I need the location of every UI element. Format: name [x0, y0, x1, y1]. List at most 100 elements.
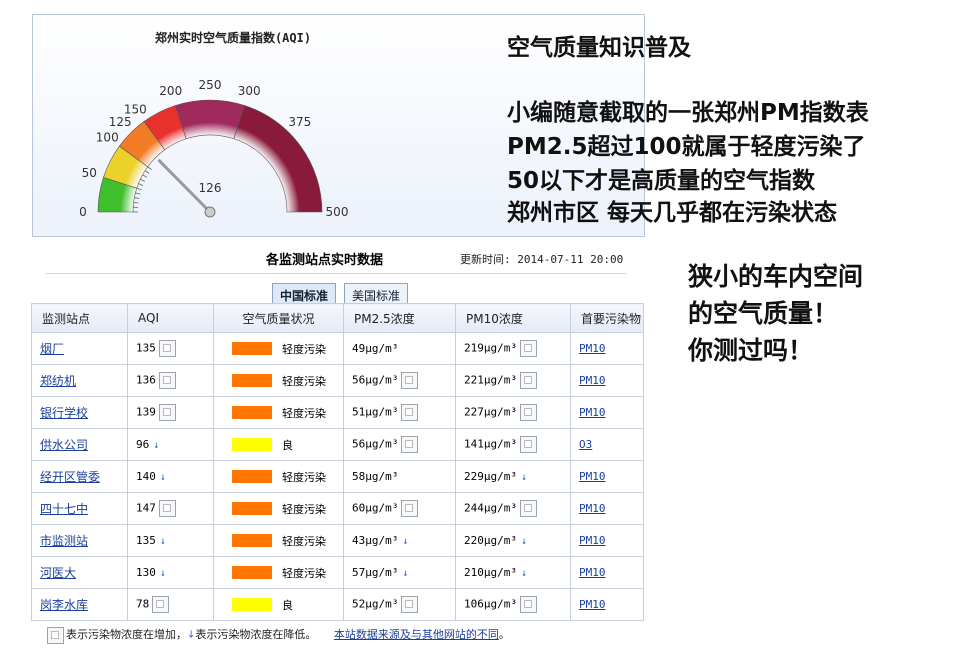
- column-header: AQI: [127, 303, 214, 333]
- primary-pollutant-link[interactable]: O3: [579, 438, 592, 451]
- quality-swatch: [232, 470, 272, 483]
- footer-down-text: 表示污染物浓度在降低。: [195, 628, 317, 641]
- table-row: 郑纺机 136 轻度污染 56μg/m³ 221μg/m³ PM10: [31, 364, 644, 397]
- primary-pollutant-link[interactable]: PM10: [579, 598, 606, 611]
- trend-down-icon: ↓: [402, 567, 409, 579]
- trend-up-icon: [401, 436, 419, 453]
- primary-pollutant-link[interactable]: PM10: [579, 502, 606, 515]
- pm10-value: 220μg/m³: [464, 534, 517, 547]
- primary-pollutant-link[interactable]: PM10: [579, 406, 606, 419]
- trend-down-icon: ↓: [520, 471, 528, 483]
- gauge-tick-label: 375: [288, 115, 311, 129]
- station-link[interactable]: 四十七中: [40, 502, 88, 516]
- station-table: 监测站点 AQI 空气质量状况 PM2.5浓度 PM10浓度 首要污染物 烟厂 1…: [31, 303, 644, 621]
- trend-up-icon: [519, 404, 537, 421]
- gauge-minor-tick: [144, 170, 150, 174]
- station-link[interactable]: 河医大: [40, 566, 76, 580]
- gauge-minor-tick: [136, 187, 142, 191]
- trend-up-icon: [152, 596, 170, 613]
- station-header: 各监测站点实时数据 更新时间: 2014-07-11 20:00: [46, 244, 626, 274]
- gauge-value-label: 126: [199, 181, 222, 195]
- pm10-value: 219μg/m³: [464, 341, 517, 355]
- pm10-value: 106μg/m³: [464, 597, 517, 611]
- gauge-tick-label: 0: [79, 205, 87, 219]
- gauge-tick-label: 500: [326, 205, 349, 219]
- pm10-value: 221μg/m³: [464, 373, 517, 387]
- gauge-tick-label: 125: [109, 115, 132, 129]
- trend-down-icon: ↓: [159, 471, 166, 483]
- column-header: 首要污染物: [570, 303, 644, 333]
- aqi-value: 130: [136, 566, 156, 579]
- primary-pollutant-link[interactable]: PM10: [579, 534, 606, 547]
- primary-pollutant-link[interactable]: PM10: [579, 374, 606, 387]
- quality-swatch: [232, 566, 272, 579]
- trend-up-icon: [158, 404, 176, 421]
- aqi-value: 135: [136, 341, 156, 355]
- gauge-minor-tick: [138, 183, 144, 186]
- gauge-tick-label: 200: [159, 84, 182, 98]
- table-row: 供水公司 96 ↓ 良 56μg/m³ 141μg/m³ O3: [31, 428, 644, 461]
- station-link[interactable]: 郑纺机: [40, 374, 76, 388]
- tab-china-standard[interactable]: 中国标准: [272, 283, 337, 304]
- trend-up-icon: [519, 596, 537, 613]
- gauge-tick-label: 50: [82, 166, 97, 180]
- table-row: 银行学校 139 轻度污染 51μg/m³ 227μg/m³ PM10: [31, 396, 644, 429]
- trend-up-icon: [519, 500, 537, 517]
- table-row: 市监测站 135 ↓ 轻度污染 43μg/m³ ↓ 220μg/m³ ↓ PM10: [31, 524, 644, 557]
- quality-level: 轻度污染: [282, 534, 326, 548]
- aqi-value: 96: [136, 438, 150, 451]
- aqi-value: 78: [136, 597, 150, 611]
- station-link[interactable]: 市监测站: [40, 534, 88, 548]
- gauge-minor-tick: [142, 174, 148, 178]
- trend-up-icon: [401, 372, 419, 389]
- table-row: 烟厂 135 轻度污染 49μg/m³ 219μg/m³ PM10: [31, 332, 644, 365]
- quality-swatch: [232, 342, 272, 355]
- update-time: 更新时间: 2014-07-11 20:00: [460, 253, 624, 266]
- table-row: 经开区管委 140 ↓ 轻度污染 58μg/m³ 229μg/m³ ↓ PM10: [31, 460, 644, 493]
- station-title: 各监测站点实时数据: [266, 253, 384, 268]
- station-link[interactable]: 经开区管委: [40, 470, 100, 484]
- quality-swatch: [232, 438, 272, 451]
- trend-up-icon: [158, 340, 176, 357]
- trend-up-icon: [519, 436, 537, 453]
- station-link[interactable]: 岗李水库: [40, 598, 88, 612]
- aqi-value: 140: [136, 470, 156, 483]
- column-header: PM2.5浓度: [343, 303, 456, 333]
- overlay-right-line: 你测过吗！: [688, 336, 814, 365]
- pm10-value: 229μg/m³: [464, 470, 517, 483]
- gauge-tick-label: 250: [199, 78, 222, 92]
- aqi-value: 135: [136, 534, 156, 547]
- primary-pollutant-link[interactable]: PM10: [579, 566, 606, 579]
- pm25-value: 56μg/m³: [352, 373, 399, 387]
- quality-level: 轻度污染: [282, 374, 326, 388]
- quality-level: 轻度污染: [282, 406, 326, 420]
- pm10-value: 141μg/m³: [464, 437, 517, 451]
- overlay-line: PM2.5超过100就属于轻度污染了: [507, 134, 866, 160]
- data-source-link[interactable]: 本站数据来源及与其他网站的不同: [334, 628, 499, 641]
- trend-up-icon: [158, 500, 176, 517]
- footer-up-text: 表示污染物浓度在增加，: [66, 628, 187, 641]
- primary-pollutant-link[interactable]: PM10: [579, 470, 606, 483]
- primary-pollutant-link[interactable]: PM10: [579, 342, 606, 355]
- aqi-gauge: 0 50 100125150 200 250 300 375 500 126: [79, 78, 349, 219]
- quality-swatch: [232, 598, 272, 611]
- tab-us-standard[interactable]: 美国标准: [344, 283, 409, 304]
- gauge-band: [175, 99, 245, 140]
- trend-down-icon: ↓: [159, 567, 166, 579]
- table-header-row: 监测站点 AQI 空气质量状况 PM2.5浓度 PM10浓度 首要污染物: [31, 303, 644, 333]
- trend-down-icon: ↓: [402, 535, 409, 547]
- station-link[interactable]: 烟厂: [40, 342, 64, 356]
- trend-up-icon: [158, 372, 176, 389]
- quality-swatch: [232, 374, 272, 387]
- trend-up-icon: [401, 596, 419, 613]
- station-link[interactable]: 供水公司: [40, 438, 88, 452]
- station-link[interactable]: 银行学校: [40, 406, 88, 420]
- gauge-minor-tick: [133, 201, 139, 204]
- gauge-tick-label: 300: [238, 84, 261, 98]
- gauge-minor-tick: [135, 192, 141, 195]
- column-header: PM10浓度: [455, 303, 571, 333]
- trend-up-icon: [519, 340, 537, 357]
- pm10-value: 227μg/m³: [464, 405, 517, 419]
- trend-up-icon: [401, 404, 419, 421]
- footer-end: 。: [498, 628, 510, 641]
